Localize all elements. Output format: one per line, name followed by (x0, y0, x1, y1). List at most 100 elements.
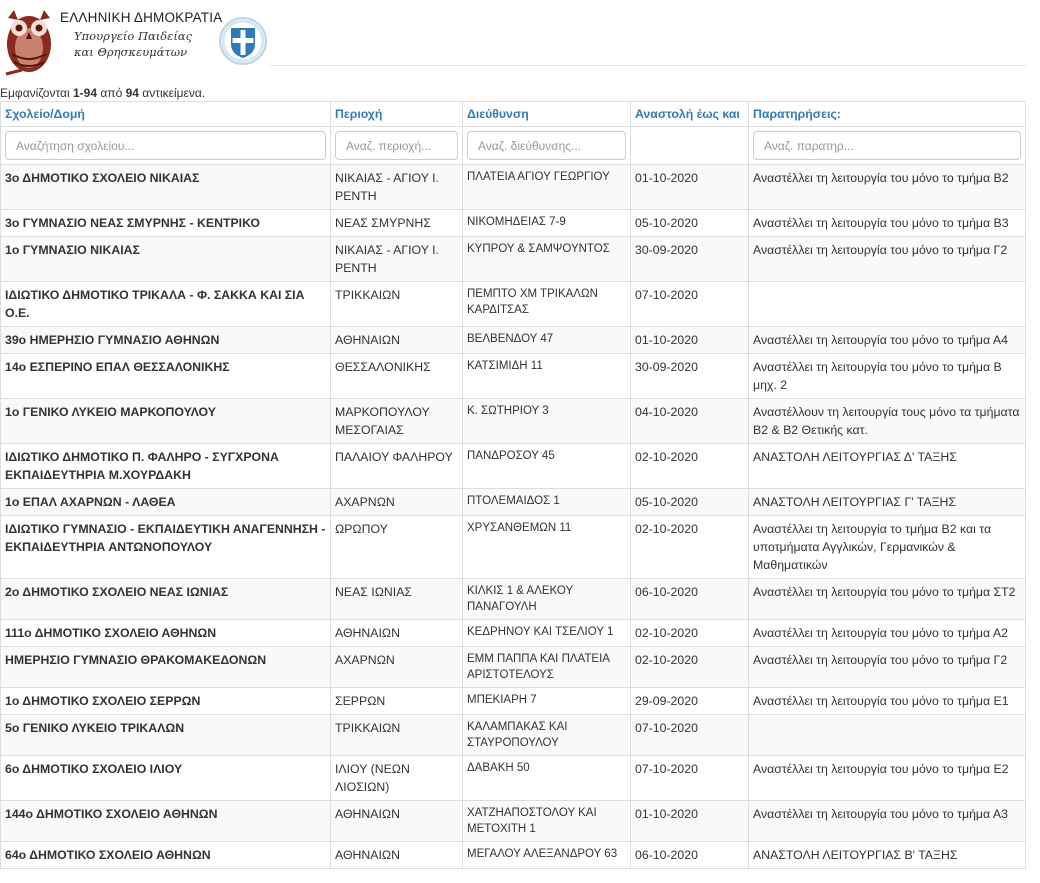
cell-date: 30-09-2020 (630, 236, 749, 282)
cell-date: 01-10-2020 (630, 800, 749, 842)
cell-address: ΚΕΔΡΗΝΟΥ ΚΑΙ ΤΣΕΛΙΟΥ 1 (462, 619, 631, 647)
ministry-line-3: και Θρησκευμάτων (74, 45, 188, 59)
column-header-address[interactable]: Διεύθυνση (462, 101, 631, 127)
cell-date: 06-10-2020 (630, 841, 749, 869)
cell-date: 05-10-2020 (630, 209, 749, 237)
summary-total: 94 (125, 86, 139, 100)
cell-region: ΤΡΙΚΚΑΙΩΝ (330, 714, 463, 756)
cell-region: ΑΧΑΡΝΩΝ (330, 646, 463, 688)
table-row: 144ο ΔΗΜΟΤΙΚΟ ΣΧΟΛΕΙΟ ΑΘΗΝΩΝ ΑΘΗΝΑΙΩΝ ΧΑΤΖ… (0, 800, 1026, 842)
ministry-line-2: Υπουργείο Παιδείας (74, 29, 193, 43)
cell-address: ΧΡΥΣΑΝΘΕΜΩΝ 11 (462, 515, 631, 579)
table-row: 1ο ΓΥΜΝΑΣΙΟ ΝΙΚΑΙΑΣ ΝΙΚΑΙΑΣ - ΑΓΙΟΥ Ι. ΡΕ… (0, 236, 1026, 282)
sort-link-region[interactable]: Περιοχή (335, 107, 382, 121)
table-row: 2ο ΔΗΜΟΤΙΚΟ ΣΧΟΛΕΙΟ ΝΕΑΣ ΙΩΝΙΑΣ ΝΕΑΣ ΙΩΝΙ… (0, 578, 1026, 620)
cell-region: ΑΘΗΝΑΙΩΝ (330, 326, 463, 354)
cell-school: 64ο ΔΗΜΟΤΙΚΟ ΣΧΟΛΕΙΟ ΑΘΗΝΩΝ (0, 841, 331, 869)
cell-address: ΜΕΓΑΛΟΥ ΑΛΕΞΑΝΔΡΟΥ 63 (462, 841, 631, 869)
cell-notes: Αναστέλλουν τη λειτουργία τους μόνο τα τ… (748, 398, 1026, 444)
table-body: 3ο ΔΗΜΟΤΙΚΟ ΣΧΟΛΕΙΟ ΝΙΚΑΙΑΣ ΝΙΚΑΙΑΣ - ΑΓΙ… (0, 164, 1026, 869)
cell-region: ΑΘΗΝΑΙΩΝ (330, 619, 463, 647)
page-header: ΕΛΛΗΝΙΚΗ ΔΗΜΟΚΡΑΤΙΑ Υπουργείο Παιδείας κ… (0, 0, 1040, 80)
sort-link-address[interactable]: Διεύθυνση (467, 107, 529, 121)
address-search-input[interactable] (467, 131, 626, 160)
cell-address: ΒΕΛΒΕΝΔΟΥ 47 (462, 326, 631, 354)
column-header-school[interactable]: Σχολείο/Δομή (0, 101, 331, 127)
sort-link-school[interactable]: Σχολείο/Δομή (5, 107, 85, 121)
cell-notes: Αναστέλλει τη λειτουργία του μόνο το τμή… (748, 687, 1026, 715)
cell-address: ΠΑΝΔΡΟΣΟΥ 45 (462, 443, 631, 489)
cell-notes (748, 281, 1026, 327)
filter-cell-address (462, 126, 631, 165)
table-row: 6ο ΔΗΜΟΤΙΚΟ ΣΧΟΛΕΙΟ ΙΛΙΟΥ ΙΛΙΟΥ (ΝΕΩΝ ΛΙΟ… (0, 755, 1026, 801)
school-search-input[interactable] (5, 131, 326, 160)
ministry-line-1: ΕΛΛΗΝΙΚΗ ΔΗΜΟΚΡΑΤΙΑ (60, 10, 223, 25)
cell-notes: Αναστέλλει τη λειτουργία του μόνο το τμή… (748, 755, 1026, 801)
cell-notes (748, 714, 1026, 756)
summary-middle: από (97, 86, 126, 100)
table-header-row: Σχολείο/Δομή Περιοχή Διεύθυνση Αναστολή … (0, 101, 1026, 127)
table-row: 111ο ΔΗΜΟΤΙΚΟ ΣΧΟΛΕΙΟ ΑΘΗΝΩΝ ΑΘΗΝΑΙΩΝ ΚΕΔΡ… (0, 619, 1026, 647)
cell-notes: Αναστέλλει τη λειτουργία του μόνο το τμή… (748, 326, 1026, 354)
cell-school: ΙΔΙΩΤΙΚΟ ΔΗΜΟΤΙΚΟ Π. ΦΑΛΗΡΟ - ΣΥΓΧΡΟΝΑ Ε… (0, 443, 331, 489)
cell-region: ΜΑΡΚΟΠΟΥΛΟΥ ΜΕΣΟΓΑΙΑΣ (330, 398, 463, 444)
region-search-input[interactable] (335, 131, 458, 160)
cell-notes: ΑΝΑΣΤΟΛΗ ΛΕΙΤΟΥΡΓΙΑΣ Δ' ΤΑΞΗΣ (748, 443, 1026, 489)
sort-link-notes[interactable]: Παρατηρήσεις: (753, 107, 841, 121)
cell-address: ΚΑΤΣΙΜΙΔΗ 11 (462, 353, 631, 399)
filter-cell-school (0, 126, 331, 165)
cell-date: 02-10-2020 (630, 443, 749, 489)
cell-region: ΑΘΗΝΑΙΩΝ (330, 841, 463, 869)
table-row: 5ο ΓΕΝΙΚΟ ΛΥΚΕΙΟ ΤΡΙΚΑΛΩΝ ΤΡΙΚΚΑΙΩΝ ΚΑΛΑΜΠ… (0, 714, 1026, 756)
owl-logo-icon (2, 4, 58, 78)
cell-school: 2ο ΔΗΜΟΤΙΚΟ ΣΧΟΛΕΙΟ ΝΕΑΣ ΙΩΝΙΑΣ (0, 578, 331, 620)
cell-address: ΜΠΕΚΙΑΡΗ 7 (462, 687, 631, 715)
cell-region: ΝΕΑΣ ΙΩΝΙΑΣ (330, 578, 463, 620)
cell-notes: ΑΝΑΣΤΟΛΗ ΛΕΙΤΟΥΡΓΙΑΣ Γ' ΤΑΞΗΣ (748, 488, 1026, 516)
cell-date: 02-10-2020 (630, 619, 749, 647)
cell-date: 29-09-2020 (630, 687, 749, 715)
cell-notes: Αναστέλλει τη λειτουργία του μόνο το τμή… (748, 578, 1026, 620)
ministry-title: ΕΛΛΗΝΙΚΗ ΔΗΜΟΚΡΑΤΙΑ Υπουργείο Παιδείας κ… (60, 10, 222, 60)
cell-address: ΧΑΤΖΗΑΠΟΣΤΟΛΟΥ ΚΑΙ ΜΕΤΟΧΙΤΗ 1 (462, 800, 631, 842)
cell-address: ΝΙΚΟΜΗΔΕΙΑΣ 7-9 (462, 209, 631, 237)
sort-link-date[interactable]: Αναστολή έως και (635, 107, 740, 121)
cell-region: ΝΙΚΑΙΑΣ - ΑΓΙΟΥ Ι. ΡΕΝΤΗ (330, 236, 463, 282)
cell-notes: ΑΝΑΣΤΟΛΗ ΛΕΙΤΟΥΡΓΙΑΣ Β' ΤΑΞΗΣ (748, 841, 1026, 869)
cell-address: ΚΙΛΚΙΣ 1 & ΑΛΕΚΟΥ ΠΑΝΑΓΟΥΛΗ (462, 578, 631, 620)
cell-date: 07-10-2020 (630, 714, 749, 756)
cell-notes: Αναστέλλει τη λειτουργία το τμήμα Β2 και… (748, 515, 1026, 579)
cell-school: 5ο ΓΕΝΙΚΟ ΛΥΚΕΙΟ ΤΡΙΚΑΛΩΝ (0, 714, 331, 756)
table-row: 1ο ΕΠΑΛ ΑΧΑΡΝΩΝ - ΛΑΘΕΑ ΑΧΑΡΝΩΝ ΠΤΟΛΕΜΑΙΔΟ… (0, 488, 1026, 516)
cell-school: 6ο ΔΗΜΟΤΙΚΟ ΣΧΟΛΕΙΟ ΙΛΙΟΥ (0, 755, 331, 801)
cell-region: ΣΕΡΡΩΝ (330, 687, 463, 715)
schools-table: Σχολείο/Δομή Περιοχή Διεύθυνση Αναστολή … (0, 101, 1026, 869)
cell-region: ΑΧΑΡΝΩΝ (330, 488, 463, 516)
cell-school: 14ο ΕΣΠΕΡΙΝΟ ΕΠΑΛ ΘΕΣΣΑΛΟΝΙΚΗΣ (0, 353, 331, 399)
cell-school: 1ο ΔΗΜΟΤΙΚΟ ΣΧΟΛΕΙΟ ΣΕΡΡΩΝ (0, 687, 331, 715)
cell-school: 1ο ΓΕΝΙΚΟ ΛΥΚΕΙΟ ΜΑΡΚΟΠΟΥΛΟΥ (0, 398, 331, 444)
table-row: 1ο ΓΕΝΙΚΟ ΛΥΚΕΙΟ ΜΑΡΚΟΠΟΥΛΟΥ ΜΑΡΚΟΠΟΥΛΟΥ … (0, 398, 1026, 444)
cell-region: ΝΕΑΣ ΣΜΥΡΝΗΣ (330, 209, 463, 237)
header-divider (270, 65, 1026, 66)
cell-address: ΠΛΑΤΕΙΑ ΑΓΙΟΥ ΓΕΩΡΓΙΟΥ (462, 164, 631, 210)
cell-notes: Αναστέλλει τη λειτουργία του μόνο το τμή… (748, 619, 1026, 647)
cell-region: ΑΘΗΝΑΙΩΝ (330, 800, 463, 842)
filter-cell-region (330, 126, 463, 165)
cell-address: ΕΜΜ ΠΑΠΠΑ ΚΑΙ ΠΛΑΤΕΙΑ ΑΡΙΣΤΟΤΕΛΟΥΣ (462, 646, 631, 688)
notes-search-input[interactable] (753, 131, 1021, 160)
table-row: ΗΜΕΡΗΣΙΟ ΓΥΜΝΑΣΙΟ ΘΡΑΚΟΜΑΚΕΔΟΝΩΝ ΑΧΑΡΝΩΝ Ε… (0, 646, 1026, 688)
cell-address: ΠΤΟΛΕΜΑΙΔΟΣ 1 (462, 488, 631, 516)
cell-date: 04-10-2020 (630, 398, 749, 444)
table-row: 3ο ΓΥΜΝΑΣΙΟ ΝΕΑΣ ΣΜΥΡΝΗΣ - ΚΕΝΤΡΙΚΟ ΝΕΑΣ … (0, 209, 1026, 237)
cell-school: ΗΜΕΡΗΣΙΟ ΓΥΜΝΑΣΙΟ ΘΡΑΚΟΜΑΚΕΔΟΝΩΝ (0, 646, 331, 688)
cell-region: ΤΡΙΚΚΑΙΩΝ (330, 281, 463, 327)
cell-notes: Αναστέλλει τη λειτουργία του μόνο το τμή… (748, 164, 1026, 210)
column-header-notes[interactable]: Παρατηρήσεις: (748, 101, 1026, 127)
filter-cell-date (630, 126, 749, 165)
cell-date: 02-10-2020 (630, 646, 749, 688)
cell-school: ΙΔΙΩΤΙΚΟ ΓΥΜΝΑΣΙΟ - ΕΚΠΑΙΔΕΥΤΙΚΗ ΑΝΑΓΕΝΝ… (0, 515, 331, 579)
column-header-region[interactable]: Περιοχή (330, 101, 463, 127)
column-header-date[interactable]: Αναστολή έως και (630, 101, 749, 127)
cell-region: ΙΛΙΟΥ (ΝΕΩΝ ΛΙΟΣΙΩΝ) (330, 755, 463, 801)
